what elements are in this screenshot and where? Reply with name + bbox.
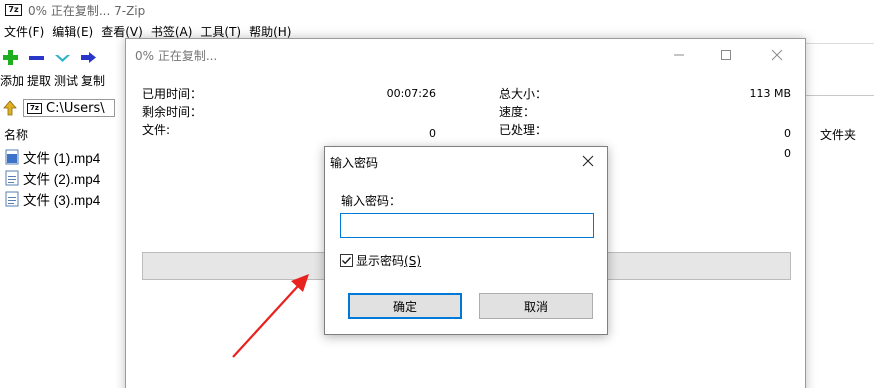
dialog-close-button[interactable] bbox=[578, 151, 598, 171]
minimize-icon bbox=[674, 54, 684, 56]
add-button-label[interactable]: 添加 bbox=[0, 72, 24, 89]
maximize-icon bbox=[721, 50, 731, 60]
menu-file[interactable]: 文件(F) bbox=[0, 23, 48, 41]
copy-icon[interactable] bbox=[80, 49, 97, 66]
test-button-label[interactable]: 测试 bbox=[54, 72, 78, 89]
copy-button-label[interactable]: 复制 bbox=[81, 72, 105, 89]
extract-button-label[interactable]: 提取 bbox=[27, 72, 51, 89]
video-file-icon bbox=[5, 191, 19, 206]
main-window-title: 0% 正在复制... 7-Zip bbox=[28, 3, 146, 18]
minimize-button[interactable] bbox=[664, 43, 694, 67]
cancel-button[interactable]: 取消 bbox=[479, 293, 593, 319]
ok-button[interactable]: 确定 bbox=[348, 293, 462, 319]
password-label: 输入密码： bbox=[341, 194, 402, 208]
password-dialog-title: 输入密码 bbox=[330, 156, 379, 170]
elapsed-time-value: 00:07:26 bbox=[386, 87, 436, 100]
list-item[interactable]: 文件 (3).mp4 bbox=[5, 188, 100, 209]
list-item[interactable]: 文件 (2).mp4 bbox=[5, 167, 100, 188]
show-password-checkbox[interactable] bbox=[340, 254, 353, 267]
extract-icon[interactable] bbox=[28, 49, 45, 66]
add-icon[interactable] bbox=[2, 49, 19, 66]
files-value: 0 bbox=[429, 127, 436, 140]
show-password-checkbox-row[interactable]: 显示密码(S) bbox=[340, 252, 421, 269]
checkmark-icon bbox=[342, 257, 351, 265]
address-path: C:\Users\ bbox=[46, 100, 105, 116]
progress-window-title: 0% 正在复制... bbox=[135, 49, 218, 63]
main-window-titlebar: 7z 0% 正在复制... 7-Zip bbox=[0, 0, 874, 20]
list-item[interactable]: 文件 (1).mp4 bbox=[5, 146, 100, 167]
file-name: 文件 (2).mp4 bbox=[23, 171, 101, 187]
menu-edit[interactable]: 编辑(E) bbox=[48, 23, 97, 41]
close-button[interactable] bbox=[762, 43, 792, 67]
speed-label: 速度： bbox=[499, 105, 536, 119]
file-name: 文件 (3).mp4 bbox=[23, 192, 101, 208]
remaining-time-label: 剩余时间： bbox=[142, 105, 203, 119]
maximize-button[interactable] bbox=[711, 43, 741, 67]
toolbar-labels: 添加 提取 测试 复制 bbox=[0, 72, 105, 89]
address-input[interactable]: 7z C:\Users\ bbox=[23, 99, 115, 117]
video-file-icon bbox=[5, 170, 19, 185]
close-icon bbox=[582, 155, 594, 167]
password-input[interactable] bbox=[340, 213, 594, 238]
file-name: 文件 (1).mp4 bbox=[23, 150, 101, 166]
processed-value: 0 bbox=[784, 127, 791, 140]
processed-label: 已处理： bbox=[499, 123, 548, 137]
column-header-name[interactable]: 名称 bbox=[4, 126, 28, 143]
show-password-label: 显示密码(S) bbox=[356, 254, 421, 268]
total-size-value: 113 MB bbox=[749, 87, 791, 100]
elapsed-time-label: 已用时间： bbox=[142, 87, 203, 101]
files-label: 文件: bbox=[142, 123, 171, 137]
total-size-label: 总大小： bbox=[499, 87, 548, 101]
column-header-folder[interactable]: 文件夹 bbox=[820, 126, 856, 143]
video-file-icon bbox=[5, 149, 19, 164]
folder-up-icon[interactable] bbox=[2, 100, 18, 116]
toolbar-separator bbox=[805, 43, 874, 44]
progress-window-titlebar: 0% 正在复制... bbox=[126, 39, 805, 71]
compressed-size-value: 0 bbox=[784, 147, 791, 160]
close-icon bbox=[771, 49, 783, 61]
app-logo-icon: 7z bbox=[5, 4, 22, 16]
file-list: 文件 (1).mp4 文件 (2).mp4 文件 (3).mp4 bbox=[5, 146, 100, 209]
archive-logo-icon: 7z bbox=[27, 102, 42, 114]
address-separator bbox=[805, 95, 874, 96]
password-dialog: 输入密码 输入密码： 显示密码(S) 确定 取消 bbox=[324, 146, 608, 335]
test-icon[interactable] bbox=[54, 49, 71, 66]
address-bar: 7z C:\Users\ bbox=[2, 98, 115, 118]
toolbar bbox=[2, 49, 97, 66]
